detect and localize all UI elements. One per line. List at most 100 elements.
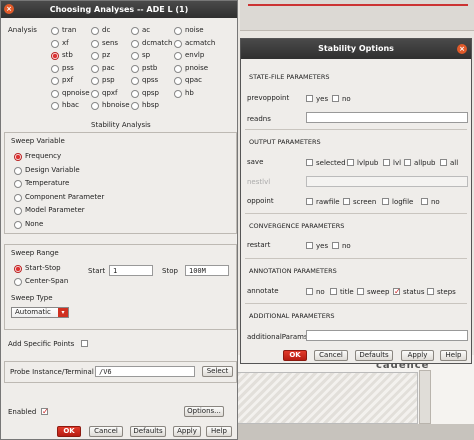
sweep-var-label-model-parameter: Model Parameter [25, 206, 85, 214]
sweep-var-radio-temperature[interactable] [14, 180, 22, 188]
save_options-selected-checkbox[interactable] [306, 159, 313, 166]
analysis-radio-noise[interactable] [174, 27, 182, 35]
analysis-radio-psp[interactable] [91, 77, 99, 85]
add-specific-points-label: Add Specific Points [8, 340, 75, 348]
apply-button[interactable]: Apply [401, 350, 434, 361]
enabled-checkbox[interactable]: ✓ [41, 408, 49, 416]
background-statusbar [236, 424, 474, 440]
oppoint_options-no-checkbox[interactable] [421, 198, 428, 205]
start-stop-label: Start-Stop [25, 264, 61, 272]
sweep-var-label-temperature: Temperature [25, 179, 70, 187]
save_options-allpub-checkbox[interactable] [404, 159, 411, 166]
sweep-var-label-design-variable: Design Variable [25, 165, 80, 174]
cancel-button[interactable]: Cancel [314, 350, 348, 361]
analysis-radio-hbac[interactable] [51, 102, 59, 110]
choosing-analyses-window: × Choosing Analyses -- ADE L (1) Analysi… [0, 0, 238, 440]
analysis-label-stb: stb [62, 51, 73, 59]
start-label: Start [88, 267, 106, 275]
analysis-label-tran: tran [62, 26, 77, 34]
defaults-button[interactable]: Defaults [355, 350, 393, 361]
analysis-radio-hbnoise[interactable] [91, 102, 99, 110]
annotate_options-steps-checkbox[interactable] [427, 288, 434, 295]
sweep-type-select[interactable]: Automatic ▾ [11, 307, 69, 318]
analysis-radio-envlp[interactable] [174, 52, 182, 60]
analysis-radio-qpnoise[interactable] [51, 89, 59, 98]
prevoppoint-yes-checkbox[interactable] [306, 95, 313, 102]
additional-title: ADDITIONAL PARAMETERS [249, 312, 335, 320]
save_options-lvlpub-checkbox[interactable] [347, 159, 354, 166]
ok-button[interactable]: OK [283, 350, 307, 361]
analysis-radio-hb[interactable] [174, 89, 182, 98]
add-specific-points-checkbox[interactable] [81, 340, 88, 347]
annotate_options-sweep-checkbox[interactable] [357, 288, 364, 295]
analysis-radio-dcmatch[interactable] [131, 39, 139, 48]
analysis-radio-qpac[interactable] [174, 77, 182, 85]
save_options-all-checkbox[interactable] [440, 159, 447, 166]
analysis-radio-pxf[interactable] [51, 77, 59, 85]
analysis-radio-pss[interactable] [51, 64, 59, 73]
analysis-radio-dc[interactable] [91, 27, 99, 35]
oppoint_options-logfile-checkbox[interactable] [382, 198, 389, 205]
options-button[interactable]: Options... [184, 406, 224, 417]
restart-label: restart [247, 241, 271, 249]
analysis-radio-pac[interactable] [91, 64, 99, 73]
chevron-down-icon: ▾ [58, 308, 68, 317]
analysis-radio-qpsp[interactable] [131, 89, 139, 98]
analysis-radio-pz[interactable] [91, 52, 99, 60]
separator [245, 213, 467, 214]
analysis-radio-acmatch[interactable] [174, 39, 182, 48]
analysis-radio-ac[interactable] [131, 27, 139, 35]
help-button[interactable]: Help [206, 426, 232, 437]
close-icon[interactable]: × [457, 44, 467, 54]
analysis-label-noise: noise [185, 26, 204, 34]
annotate_options-status-checkbox[interactable]: ✓ [393, 288, 401, 296]
analysis-label-dc: dc [102, 26, 111, 34]
sweep-var-radio-none[interactable] [14, 220, 22, 229]
analysis-radio-stb[interactable] [51, 52, 59, 60]
save_options-lvl-checkbox[interactable] [383, 159, 390, 166]
analysis-label-qpss: qpss [142, 76, 159, 84]
start-stop-radio[interactable] [14, 265, 22, 273]
annotate_options-no-checkbox[interactable] [306, 288, 313, 295]
stop-input[interactable]: 100M [185, 265, 229, 276]
sweep-var-radio-model-parameter[interactable] [14, 207, 22, 215]
sweep-var-radio-component-parameter[interactable] [14, 193, 22, 202]
readns-input[interactable] [306, 112, 468, 123]
analysis-label-hb: hb [185, 88, 194, 97]
analysis-radio-xf[interactable] [51, 39, 59, 48]
oppoint_options-screen-checkbox[interactable] [343, 198, 350, 205]
analysis-radio-qpxf[interactable] [91, 89, 99, 98]
prevoppoint-no-checkbox[interactable] [332, 95, 339, 102]
analysis-radio-pstb[interactable] [131, 64, 139, 73]
sweep-type-value: Automatic [15, 308, 51, 316]
annotate_options-title-checkbox[interactable] [330, 288, 337, 295]
background-scrollbar[interactable] [419, 370, 431, 424]
analysis-radio-hbsp[interactable] [131, 102, 139, 110]
analysis-label-psp: psp [102, 76, 115, 84]
sweep-var-radio-frequency[interactable] [14, 153, 22, 161]
help-button[interactable]: Help [440, 350, 467, 361]
save_options-lvl-label: lvl [393, 159, 402, 167]
ok-button[interactable]: OK [57, 426, 81, 437]
center-span-radio[interactable] [14, 278, 22, 286]
probe-input[interactable]: /V6 [95, 366, 195, 377]
select-button[interactable]: Select [202, 366, 233, 377]
start-input[interactable]: 1 [109, 265, 153, 276]
restart-yes-checkbox[interactable] [306, 242, 313, 249]
analysis-radio-pnoise[interactable] [174, 64, 182, 73]
close-icon[interactable]: × [4, 4, 14, 14]
analysis-radio-sens[interactable] [91, 39, 99, 48]
nestlvl-input[interactable] [306, 176, 468, 187]
restart-no-checkbox[interactable] [332, 242, 339, 249]
analysis-radio-sp[interactable] [131, 52, 139, 60]
apply-button[interactable]: Apply [173, 426, 201, 437]
oppoint_options-rawfile-checkbox[interactable] [306, 198, 313, 205]
sweep-var-radio-design-variable[interactable] [14, 166, 22, 175]
annotate_options-sweep-label: sweep [367, 288, 390, 296]
oppoint_options-logfile-label: logfile [392, 198, 414, 206]
defaults-button[interactable]: Defaults [130, 426, 166, 437]
analysis-radio-tran[interactable] [51, 27, 59, 35]
analysis-radio-qpss[interactable] [131, 77, 139, 85]
cancel-button[interactable]: Cancel [89, 426, 123, 437]
additional-params-input[interactable] [306, 330, 468, 341]
